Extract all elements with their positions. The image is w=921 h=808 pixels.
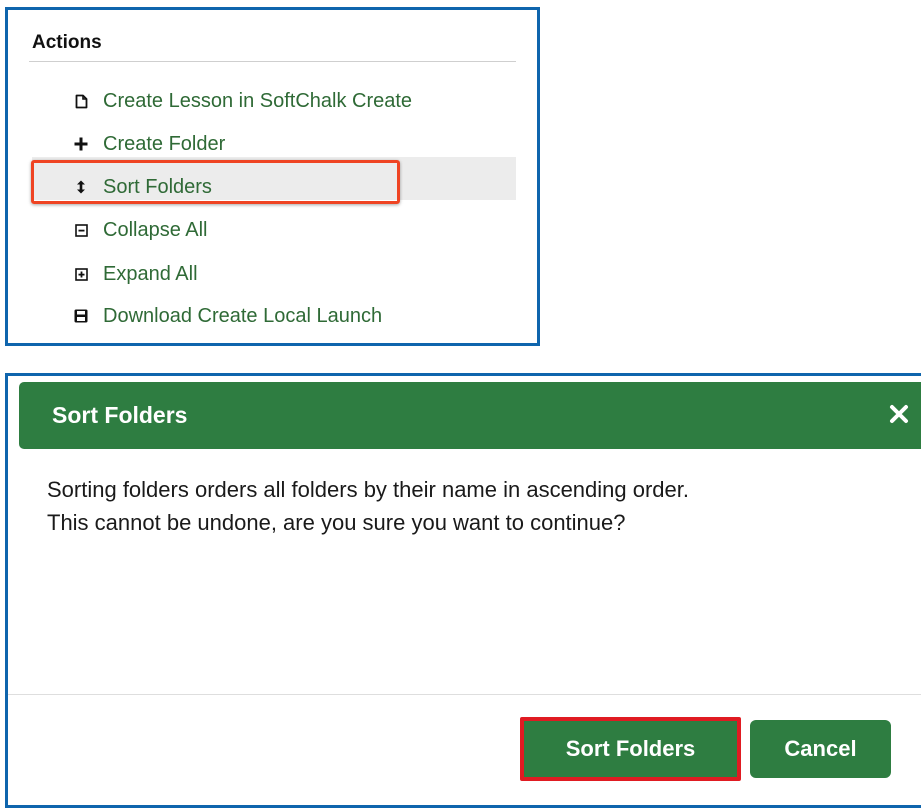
cancel-button[interactable]: Cancel — [750, 720, 891, 778]
heading-divider — [29, 61, 516, 62]
create-lesson-action[interactable]: Create Lesson in SoftChalk Create — [74, 88, 412, 114]
download-local-launch-label: Download Create Local Launch — [103, 304, 383, 327]
collapse-all-action[interactable]: Collapse All — [74, 217, 208, 243]
collapse-square-icon — [74, 222, 88, 238]
sort-folders-annotation-box — [31, 160, 400, 204]
dialog-footer-divider — [8, 694, 921, 695]
expand-all-action[interactable]: Expand All — [74, 261, 198, 287]
dialog-title: Sort Folders — [52, 402, 188, 428]
dialog-message-line-1: Sorting folders orders all folders by th… — [47, 477, 690, 502]
actions-heading: Actions — [32, 32, 102, 53]
download-local-launch-action[interactable]: Download Create Local Launch — [74, 303, 382, 329]
new-document-icon — [74, 93, 88, 109]
create-lesson-label: Create Lesson in SoftChalk Create — [103, 89, 413, 112]
dialog-message-line-2: This cannot be undone, are you sure you … — [47, 510, 626, 535]
create-folder-action[interactable]: Create Folder — [74, 131, 225, 157]
create-folder-label: Create Folder — [103, 132, 226, 155]
expand-all-label: Expand All — [103, 262, 198, 285]
save-disk-icon — [74, 308, 88, 324]
actions-panel: Actions Create Lesson in SoftChalk Creat… — [5, 7, 540, 346]
close-icon[interactable] — [889, 404, 909, 424]
expand-square-icon — [74, 266, 88, 282]
sort-folders-confirm-button[interactable]: Sort Folders — [520, 717, 741, 781]
dialog-message: Sorting folders orders all folders by th… — [47, 473, 907, 539]
sort-folders-dialog: Sort Folders Sorting folders orders all … — [5, 373, 921, 808]
plus-icon — [74, 136, 88, 152]
sort-folders-confirm-label: Sort Folders — [565, 736, 696, 761]
dialog-header: Sort Folders — [19, 382, 921, 449]
collapse-all-label: Collapse All — [103, 218, 208, 241]
